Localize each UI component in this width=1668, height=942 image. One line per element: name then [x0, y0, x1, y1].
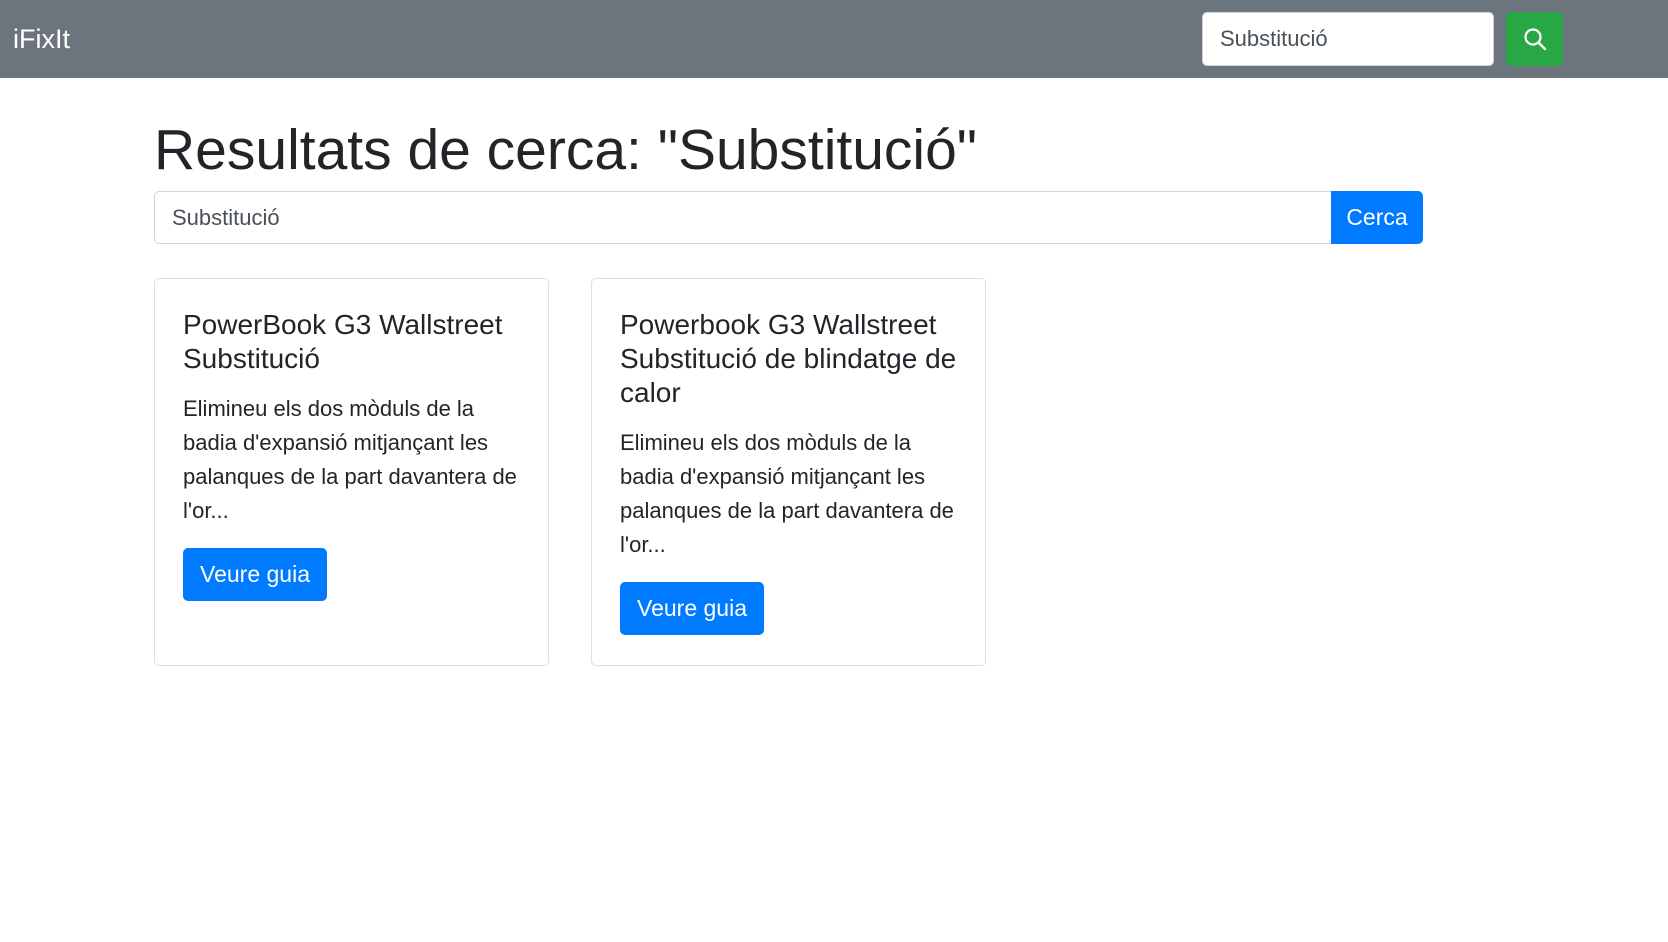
- search-input[interactable]: [154, 191, 1332, 244]
- navbar-search-button[interactable]: [1506, 12, 1563, 66]
- search-button[interactable]: Cerca: [1331, 191, 1423, 244]
- brand-logo-link[interactable]: iFixIt: [13, 20, 70, 58]
- result-card-description: Elimineu els dos mòduls de la badia d'ex…: [620, 430, 954, 557]
- result-card-description: Elimineu els dos mòduls de la badia d'ex…: [183, 396, 517, 523]
- result-card: PowerBook G3 Wallstreet Substitució Elim…: [154, 278, 549, 666]
- view-guide-button[interactable]: Veure guia: [620, 582, 764, 635]
- result-card-title: Powerbook G3 Wallstreet Substitució de b…: [620, 309, 957, 408]
- search-form: Cerca: [154, 191, 1423, 244]
- result-card-title: PowerBook G3 Wallstreet Substitució: [183, 309, 503, 374]
- navbar-search-input[interactable]: [1202, 12, 1494, 66]
- view-guide-button[interactable]: Veure guia: [183, 548, 327, 601]
- result-card: Powerbook G3 Wallstreet Substitució de b…: [591, 278, 986, 666]
- page-title: Resultats de cerca: "Substitució": [154, 118, 978, 182]
- top-navbar: iFixIt: [0, 0, 1668, 78]
- search-icon: [1523, 27, 1547, 51]
